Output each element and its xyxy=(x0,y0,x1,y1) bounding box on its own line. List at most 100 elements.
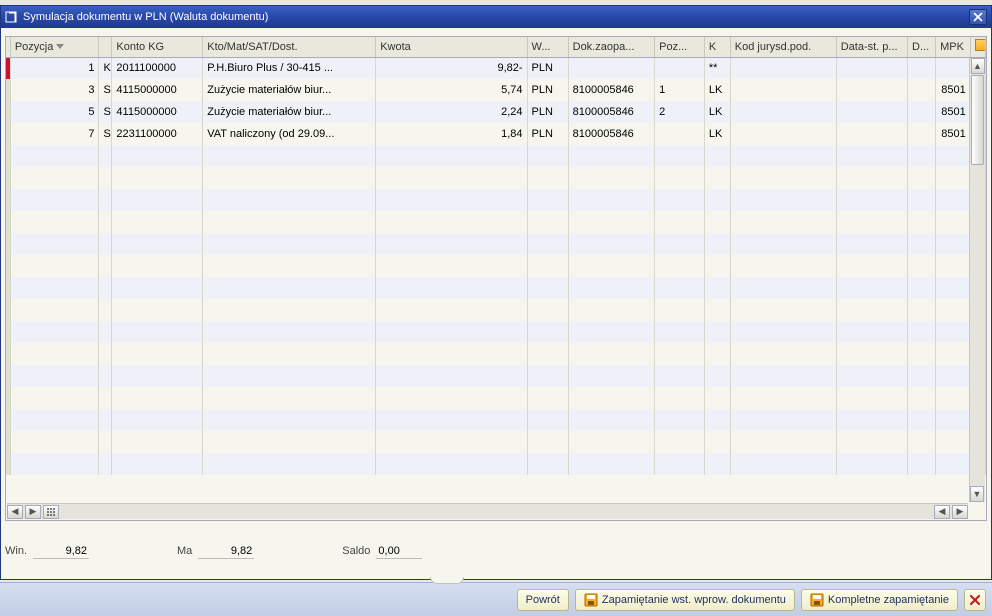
cell-d[interactable] xyxy=(908,101,936,123)
cell-poz[interactable]: 1 xyxy=(655,79,705,101)
cell-kto[interactable]: Zużycie materiałów biur... xyxy=(203,101,376,123)
table-row[interactable] xyxy=(6,211,986,233)
cell-poz[interactable] xyxy=(655,123,705,145)
scroll-up-button[interactable]: ▲ xyxy=(971,58,985,74)
col-kwota[interactable]: Kwota xyxy=(376,37,527,57)
table-row[interactable]: 3S4115000000Zużycie materiałów biur...5,… xyxy=(6,79,986,101)
cell-kwota[interactable]: 2,24 xyxy=(376,101,527,123)
cell-konto[interactable]: 2231100000 xyxy=(112,123,203,145)
cell-waluta[interactable]: PLN xyxy=(527,101,568,123)
cell-poz[interactable]: 2 xyxy=(655,101,705,123)
cell-data[interactable] xyxy=(836,123,907,145)
col-mpk[interactable]: MPK xyxy=(936,37,971,57)
cell-jurysd[interactable] xyxy=(730,101,836,123)
col-k[interactable]: K xyxy=(704,37,730,57)
cell-dok[interactable]: 8100005846 xyxy=(568,123,654,145)
cell-data[interactable] xyxy=(836,57,907,79)
cell-pozycja[interactable]: 1 xyxy=(10,57,99,79)
col-waluta[interactable]: W... xyxy=(527,37,568,57)
table-row[interactable] xyxy=(6,277,986,299)
table-row[interactable] xyxy=(6,453,986,475)
table-row[interactable] xyxy=(6,167,986,189)
cell-pozycja[interactable]: 3 xyxy=(10,79,99,101)
cell-d[interactable] xyxy=(908,57,936,79)
col-d[interactable]: D... xyxy=(908,37,936,57)
table-row[interactable] xyxy=(6,321,986,343)
table-row[interactable] xyxy=(6,387,986,409)
table-row[interactable] xyxy=(6,431,986,453)
cell-kto[interactable]: P.H.Biuro Plus / 30-415 ... xyxy=(203,57,376,79)
cell-konto[interactable]: 4115000000 xyxy=(112,101,203,123)
cell-poz[interactable] xyxy=(655,57,705,79)
cell-konto[interactable]: 4115000000 xyxy=(112,79,203,101)
cell-kwota[interactable]: 5,74 xyxy=(376,79,527,101)
cell-k1[interactable]: K xyxy=(99,57,112,79)
table-row[interactable]: 7S2231100000VAT naliczony (od 29.09...1,… xyxy=(6,123,986,145)
cell-jurysd[interactable] xyxy=(730,79,836,101)
cell-kto[interactable]: VAT naliczony (od 29.09... xyxy=(203,123,376,145)
cell-pozycja[interactable]: 7 xyxy=(10,123,99,145)
cell-dok[interactable] xyxy=(568,57,654,79)
table-row[interactable]: 5S4115000000Zużycie materiałów biur...2,… xyxy=(6,101,986,123)
cell-dok[interactable]: 8100005846 xyxy=(568,101,654,123)
kompletne-zapamietanie-button[interactable]: Kompletne zapamiętanie xyxy=(801,589,958,611)
cell-pozycja[interactable]: 5 xyxy=(10,101,99,123)
table-row[interactable] xyxy=(6,409,986,431)
vertical-scrollbar[interactable]: ▲ ▼ xyxy=(969,58,985,502)
scroll-left-button[interactable]: ◀ xyxy=(7,505,23,519)
cell-mpk[interactable] xyxy=(936,57,971,79)
scroll-right-button-2[interactable]: ▶ xyxy=(952,505,968,519)
scroll-left-button-2[interactable]: ◀ xyxy=(934,505,950,519)
grid-options-button[interactable] xyxy=(43,505,59,519)
cell-k[interactable]: ** xyxy=(704,57,730,79)
cell-konto[interactable]: 2011100000 xyxy=(112,57,203,79)
table-row[interactable] xyxy=(6,233,986,255)
cell-k[interactable]: LK xyxy=(704,123,730,145)
col-data[interactable]: Data-st. p... xyxy=(836,37,907,57)
cell-k1[interactable]: S xyxy=(99,123,112,145)
col-config[interactable] xyxy=(970,37,985,57)
table-row[interactable]: 1K2011100000P.H.Biuro Plus / 30-415 ...9… xyxy=(6,57,986,79)
cell-waluta[interactable]: PLN xyxy=(527,79,568,101)
cell-mpk[interactable]: 8501 xyxy=(936,123,971,145)
cell-jurysd[interactable] xyxy=(730,57,836,79)
col-dok[interactable]: Dok.zaopa... xyxy=(568,37,654,57)
table-row[interactable] xyxy=(6,145,986,167)
cell-k1[interactable]: S xyxy=(99,79,112,101)
col-poz[interactable]: Poz... xyxy=(655,37,705,57)
cell-data[interactable] xyxy=(836,101,907,123)
cell-dok[interactable]: 8100005846 xyxy=(568,79,654,101)
cell-waluta[interactable]: PLN xyxy=(527,123,568,145)
cancel-button[interactable] xyxy=(964,589,986,611)
table-config-icon[interactable] xyxy=(975,39,986,51)
table-row[interactable] xyxy=(6,299,986,321)
cell-kto[interactable]: Zużycie materiałów biur... xyxy=(203,79,376,101)
table-row[interactable] xyxy=(6,189,986,211)
table-row[interactable] xyxy=(6,343,986,365)
col-konto[interactable]: Konto KG xyxy=(112,37,203,57)
close-button[interactable] xyxy=(969,9,987,25)
cell-d[interactable] xyxy=(908,123,936,145)
scroll-down-button[interactable]: ▼ xyxy=(970,486,984,502)
cell-k[interactable]: LK xyxy=(704,101,730,123)
col-pozycja[interactable]: Pozycja xyxy=(10,37,99,57)
table-row[interactable] xyxy=(6,255,986,277)
cell-kwota[interactable]: 9,82- xyxy=(376,57,527,79)
cell-mpk[interactable]: 8501 xyxy=(936,79,971,101)
cell-waluta[interactable]: PLN xyxy=(527,57,568,79)
cell-data[interactable] xyxy=(836,79,907,101)
col-kto[interactable]: Kto/Mat/SAT/Dost. xyxy=(203,37,376,57)
cell-k[interactable]: LK xyxy=(704,79,730,101)
scroll-right-button[interactable]: ▶ xyxy=(25,505,41,519)
zapamietanie-wst-button[interactable]: Zapamiętanie wst. wprow. dokumentu xyxy=(575,589,795,611)
cell-d[interactable] xyxy=(908,79,936,101)
col-k1[interactable] xyxy=(99,37,112,57)
cell-kwota[interactable]: 1,84 xyxy=(376,123,527,145)
horizontal-scrollbar[interactable]: ◀ ▶ ◀ ▶ xyxy=(7,503,968,519)
scroll-thumb[interactable] xyxy=(971,75,984,165)
col-jurysd[interactable]: Kod jurysd.pod. xyxy=(730,37,836,57)
table-row[interactable] xyxy=(6,365,986,387)
cell-mpk[interactable]: 8501 xyxy=(936,101,971,123)
cell-k1[interactable]: S xyxy=(99,101,112,123)
cell-jurysd[interactable] xyxy=(730,123,836,145)
